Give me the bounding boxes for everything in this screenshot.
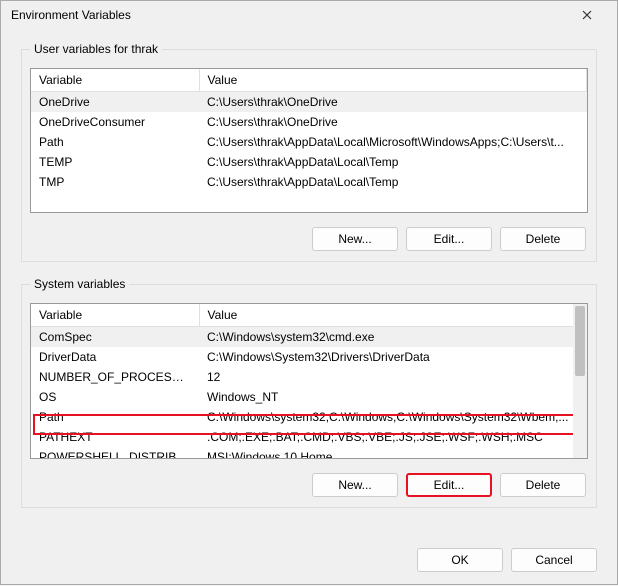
system-edit-button[interactable]: Edit... (406, 473, 492, 497)
cell-variable: NUMBER_OF_PROCESSORS (31, 367, 199, 387)
cell-variable: TMP (31, 172, 199, 192)
close-icon (582, 10, 592, 20)
cell-variable: Path (31, 132, 199, 152)
system-header-variable[interactable]: Variable (31, 304, 199, 327)
cell-value: C:\Users\thrak\AppData\Local\Temp (199, 152, 587, 172)
cell-value: C:\Users\thrak\AppData\Local\Microsoft\W… (199, 132, 587, 152)
cell-value: C:\Windows\system32;C:\Windows;C:\Window… (199, 407, 587, 427)
user-variables-group: User variables for thrak Variable Value … (21, 49, 597, 262)
table-row[interactable]: OneDriveConsumer C:\Users\thrak\OneDrive (31, 112, 587, 132)
cell-variable: DriverData (31, 347, 199, 367)
system-variables-table: Variable Value ComSpec C:\Windows\system… (31, 304, 587, 459)
cell-variable: OneDriveConsumer (31, 112, 199, 132)
cell-value: C:\Users\thrak\OneDrive (199, 92, 587, 113)
system-buttons-row: New... Edit... Delete (30, 469, 588, 499)
table-row[interactable]: OS Windows_NT (31, 387, 587, 407)
cell-variable: ComSpec (31, 327, 199, 348)
cell-value: C:\Users\thrak\AppData\Local\Temp (199, 172, 587, 192)
table-row[interactable]: OneDrive C:\Users\thrak\OneDrive (31, 92, 587, 113)
user-header-variable[interactable]: Variable (31, 69, 199, 92)
scrollbar-thumb[interactable] (575, 306, 585, 376)
cell-variable: Path (31, 407, 199, 427)
table-row[interactable]: Path C:\Users\thrak\AppData\Local\Micros… (31, 132, 587, 152)
user-new-button[interactable]: New... (312, 227, 398, 251)
ok-button[interactable]: OK (417, 548, 503, 572)
cell-variable: TEMP (31, 152, 199, 172)
user-variables-table: Variable Value OneDrive C:\Users\thrak\O… (31, 69, 587, 192)
cancel-button[interactable]: Cancel (511, 548, 597, 572)
cell-value: C:\Windows\system32\cmd.exe (199, 327, 587, 348)
cell-value: Windows_NT (199, 387, 587, 407)
user-edit-button[interactable]: Edit... (406, 227, 492, 251)
table-row[interactable]: NUMBER_OF_PROCESSORS 12 (31, 367, 587, 387)
user-header-value[interactable]: Value (199, 69, 587, 92)
system-variables-group: System variables Variable Value ComSpec … (21, 284, 597, 508)
cell-value: .COM;.EXE;.BAT;.CMD;.VBS;.VBE;.JS;.JSE;.… (199, 427, 587, 447)
user-buttons-row: New... Edit... Delete (30, 223, 588, 253)
window-title: Environment Variables (11, 8, 131, 22)
scrollbar[interactable] (573, 304, 587, 458)
system-group-legend: System variables (30, 277, 129, 291)
system-variables-table-wrap[interactable]: Variable Value ComSpec C:\Windows\system… (30, 303, 588, 459)
cell-variable: PATHEXT (31, 427, 199, 447)
user-variables-table-wrap[interactable]: Variable Value OneDrive C:\Users\thrak\O… (30, 68, 588, 213)
system-header-value[interactable]: Value (199, 304, 587, 327)
close-button[interactable] (567, 1, 607, 29)
environment-variables-dialog: Environment Variables User variables for… (0, 0, 618, 585)
table-row[interactable]: DriverData C:\Windows\System32\Drivers\D… (31, 347, 587, 367)
cell-variable: POWERSHELL_DISTRIBUTIO... (31, 447, 199, 459)
table-row[interactable]: POWERSHELL_DISTRIBUTIO... MSI:Windows 10… (31, 447, 587, 459)
table-row[interactable]: Path C:\Windows\system32;C:\Windows;C:\W… (31, 407, 587, 427)
system-delete-button[interactable]: Delete (500, 473, 586, 497)
user-delete-button[interactable]: Delete (500, 227, 586, 251)
cell-variable: OS (31, 387, 199, 407)
cell-variable: OneDrive (31, 92, 199, 113)
table-row[interactable]: TMP C:\Users\thrak\AppData\Local\Temp (31, 172, 587, 192)
dialog-footer: OK Cancel (1, 540, 617, 586)
dialog-content: User variables for thrak Variable Value … (1, 29, 617, 540)
titlebar: Environment Variables (1, 1, 617, 29)
user-group-legend: User variables for thrak (30, 42, 162, 56)
table-row[interactable]: ComSpec C:\Windows\system32\cmd.exe (31, 327, 587, 348)
system-new-button[interactable]: New... (312, 473, 398, 497)
cell-value: 12 (199, 367, 587, 387)
cell-value: C:\Windows\System32\Drivers\DriverData (199, 347, 587, 367)
table-row[interactable]: PATHEXT .COM;.EXE;.BAT;.CMD;.VBS;.VBE;.J… (31, 427, 587, 447)
cell-value: C:\Users\thrak\OneDrive (199, 112, 587, 132)
table-row[interactable]: TEMP C:\Users\thrak\AppData\Local\Temp (31, 152, 587, 172)
cell-value: MSI:Windows 10 Home (199, 447, 587, 459)
